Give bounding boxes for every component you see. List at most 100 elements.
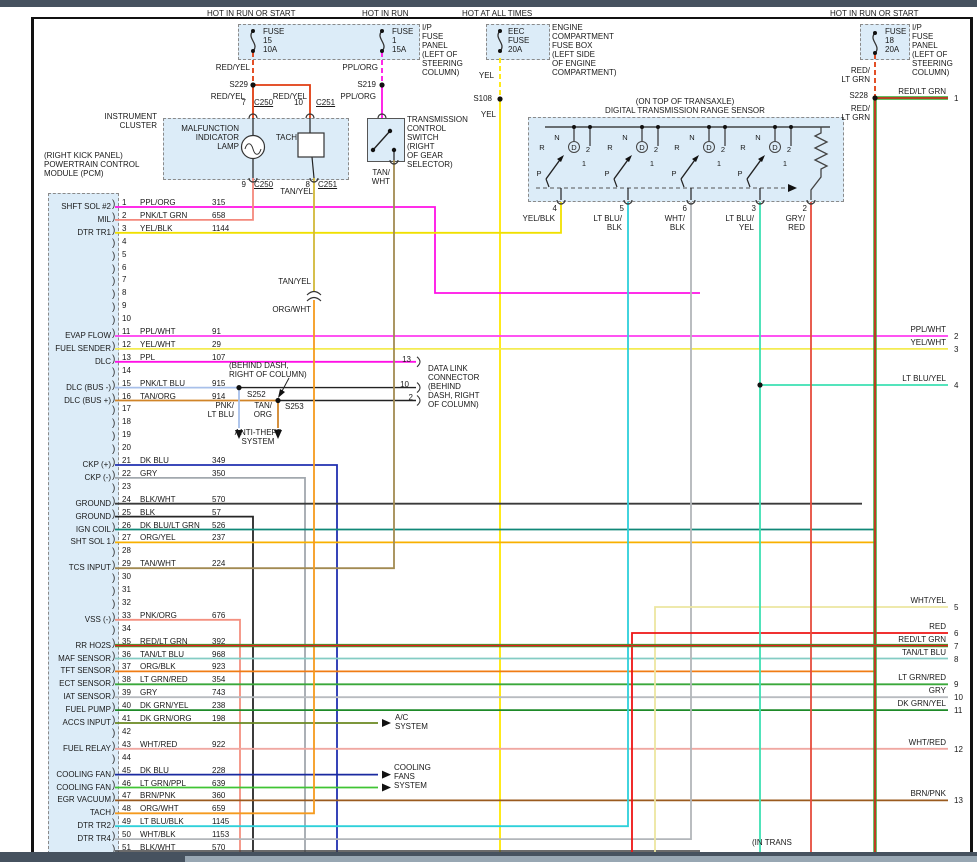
ip-fuse-panel-note-line: PANEL [912,41,938,50]
pcm-pin-number: 45 [122,765,131,775]
ip-fuse-panel-note-line: I/P [422,23,432,32]
edge-connector-number: 10 [954,693,963,703]
pcm-pin-wire-color: LT GRN/RED [140,675,188,685]
pcm-pin-number: 14 [122,365,131,375]
edge-connector-number: 3 [954,344,959,354]
pcm-pin-number: 23 [122,481,131,491]
dtr-sensor-box [528,117,844,202]
edge-connector-number: 11 [954,706,963,716]
pcm-pin-number: 17 [122,404,131,414]
pcm-pin-bracket: ) [112,431,116,443]
pcm-pin-bracket: ) [112,727,116,739]
scrollbar-thumb[interactable] [185,856,977,862]
pcm-pin-number: 25 [122,507,131,517]
dlc-label-line: DATA LINK [428,364,468,373]
pcm-pin-wire-color: DK BLU [140,765,169,775]
pcm-pin-circuit-number: 743 [212,688,226,698]
wire-color-tag: TAN/ORG [142,401,272,419]
pcm-pin-bracket: ) [112,379,116,391]
pcm-pin-number: 49 [122,817,131,827]
pcm-pin-number: 40 [122,701,131,711]
pcm-pin-wire-color: ORG/WHT [140,804,179,814]
pcm-pin-wire-color: BLK/WHT [140,843,176,852]
pcm-pin-bracket: ) [112,818,116,830]
wire-color-tag: TAN/YEL [278,277,311,286]
pcm-pin-circuit-number: 29 [212,339,221,349]
pcm-pin-bracket: ) [112,676,116,688]
pcm-pin-bracket: ) [112,469,116,481]
splice-dot [275,397,281,404]
pcm-pin-circuit-number: 107 [212,352,226,362]
wire-color-tag-line: TAN/ [372,168,390,177]
pcm-pin-circuit-number: 228 [212,765,226,775]
edge-wire-color-label: WHT/RED [908,737,946,747]
pcm-pin-function-label: ACCS INPUT [62,718,111,727]
pcm-pin-number: 32 [122,597,131,607]
pcm-pin-wire-color: GRY [140,468,158,478]
dlc-pin-number: 13 [402,355,411,364]
fuse-label: 15 [263,36,272,45]
pcm-header-line: POWERTRAIN CONTROL [44,160,140,169]
edge-connector-number: 13 [954,796,963,806]
pcm-pin-number: 34 [122,623,131,633]
splice-dot [757,382,763,388]
splice-label: S253 [285,402,304,411]
pcm-pin-function-label: DLC [94,356,111,366]
pcm-pin-wire-color: PNK/ORG [140,610,177,620]
edge-connector-number: 4 [954,381,959,390]
pcm-pin-bracket: ) [112,521,116,533]
pcm-pin-bracket: ) [112,482,116,494]
pcm-pin-bracket: ) [112,508,116,520]
splice-location-note-line: RIGHT OF COLUMN) [229,370,307,379]
pcm-pin-bracket: ) [112,444,116,456]
eec-fuse-box-note: ENGINE COMPARTMENT FUSE BOX (LEFT SIDE OF EN… [552,23,617,77]
pcm-pin-number: 26 [122,520,131,530]
pcm-pin-bracket: ) [112,495,116,507]
dtr-terminal-wire-color-line: GRY/ [785,214,805,223]
pcm-pin-bracket: ) [112,611,116,623]
pcm-pin-number: 13 [122,352,131,362]
pcm-pin-circuit-number: 237 [212,533,226,543]
eec-fuse-box-note-line: COMPARTMENT) [552,68,617,77]
pcm-pin-circuit-number: 57 [212,507,221,517]
edge-wire-color-label: TAN/LT BLU [901,647,946,657]
pcm-pin-wire-color: BLK [140,507,156,517]
ac-system-destination: A/C SYSTEM [395,713,428,731]
wire-color-tag-line: LT GRN [841,75,870,84]
wire-color-tag-line: ORG [253,410,272,419]
pcm-pin-bracket: ) [112,560,116,572]
pcm-pin-bracket: ) [112,831,116,843]
eec-fuse-box-note-line: ENGINE [552,23,583,32]
pcm-pin-wire-color: WHT/RED [140,739,178,749]
transmission-control-switch-box [367,118,405,162]
pcm-pin-bracket: ) [112,689,116,701]
edge-connector-number: 7 [954,641,959,651]
pcm-pin-circuit-number: 526 [212,520,226,530]
pcm-pin-number: 18 [122,417,131,427]
pcm-pin-circuit-number: 238 [212,701,226,711]
edge-wire-color-label: RED/LT GRN [898,87,946,96]
edge-wire-color-label: RED/LT GRN [898,634,946,644]
page-frame-left [31,17,34,852]
pcm-pin-bracket: ) [112,753,116,765]
pcm-pin-bracket: ) [112,224,116,236]
ac-system-destination-line: A/C [395,713,409,722]
pcm-pin-bracket: ) [112,263,116,275]
pcm-pin-circuit-number: 198 [212,714,226,723]
wire-color-tag-line: TAN/ [254,401,272,410]
pcm-pin-number: 43 [122,739,131,749]
pcm-pin-number: 9 [122,301,127,311]
pcm-pin-function-label: IAT SENSOR [63,692,111,702]
pcm-pin-wire-color: DK GRN/ORG [140,714,192,723]
eec-fuse-box-note-line: COMPARTMENT [552,32,614,41]
eec-fuse-box-note-line: OF ENGINE [552,59,597,68]
pcm-pin-number: 6 [122,262,127,272]
edge-wire-color-label: YEL/WHT [910,337,946,347]
pcm-pin-function-label: SHT SOL 1 [70,537,111,547]
wire-color-tag-line: RED/ [850,66,870,75]
pcm-pin-wire-color: PPL [140,352,156,362]
pcm-pin-wire-color: RED/LT GRN [140,636,188,646]
ip-fuse-panel-note-line: STEERING [912,59,953,68]
pcm-pin-function-label: CKP (-) [84,472,111,482]
tcs-label-line: CONTROL [407,124,447,133]
